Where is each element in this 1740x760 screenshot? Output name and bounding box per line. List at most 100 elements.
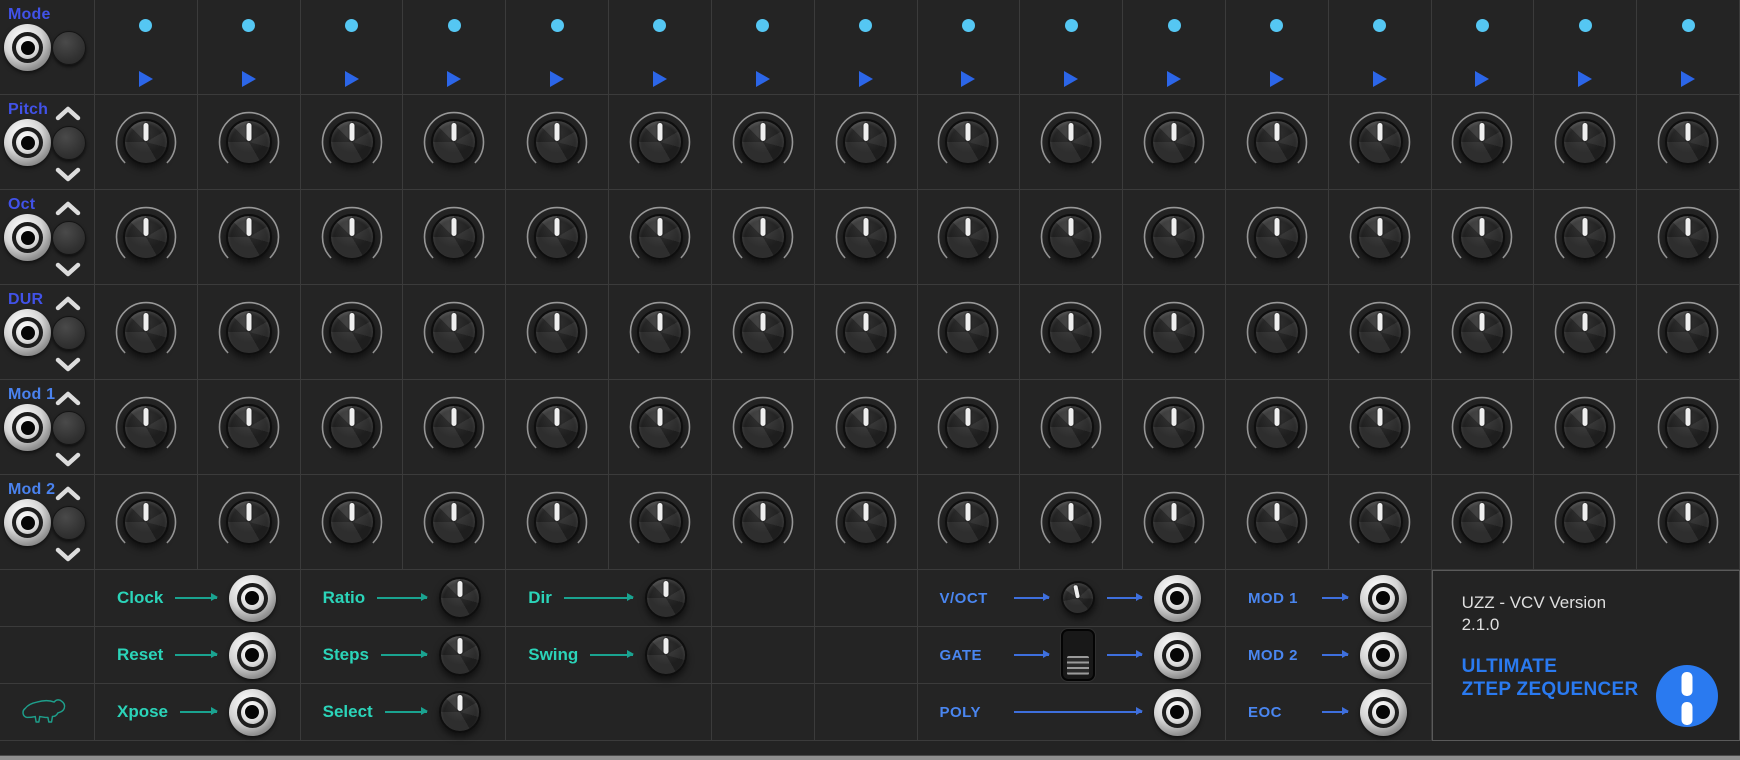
chevron-up-icon[interactable]	[55, 106, 81, 121]
gate-jack[interactable]	[1154, 632, 1201, 679]
mode-row-button[interactable]	[52, 31, 86, 65]
dir-knob[interactable]	[645, 577, 687, 619]
step-play-triangle[interactable]	[1270, 71, 1284, 87]
dur-step-knob[interactable]	[637, 309, 683, 355]
dur-cv-input-jack[interactable]	[4, 309, 51, 356]
eoc-jack[interactable]	[1360, 689, 1407, 736]
dur-step-knob[interactable]	[226, 309, 272, 355]
dur-step-knob[interactable]	[1665, 309, 1711, 355]
mod-1-step-knob[interactable]	[843, 404, 889, 450]
dur-step-knob[interactable]	[123, 309, 169, 355]
xpose-jack[interactable]	[229, 689, 276, 736]
mod-2-step-knob[interactable]	[1151, 499, 1197, 545]
oct-row-button[interactable]	[52, 221, 86, 255]
step-play-triangle[interactable]	[1064, 71, 1078, 87]
pitch-step-knob[interactable]	[226, 119, 272, 165]
pitch-row-button[interactable]	[52, 126, 86, 160]
dur-step-knob[interactable]	[329, 309, 375, 355]
step-play-triangle[interactable]	[1167, 71, 1181, 87]
mod-1-step-knob[interactable]	[1151, 404, 1197, 450]
clock-jack[interactable]	[229, 575, 276, 622]
mod-2-step-knob[interactable]	[226, 499, 272, 545]
mod-1-jack[interactable]	[1360, 575, 1407, 622]
dur-step-knob[interactable]	[1151, 309, 1197, 355]
oct-step-knob[interactable]	[1357, 214, 1403, 260]
oct-step-knob[interactable]	[534, 214, 580, 260]
steps-knob[interactable]	[439, 634, 481, 676]
poly-jack[interactable]	[1154, 689, 1201, 736]
dur-step-knob[interactable]	[1048, 309, 1094, 355]
step-play-triangle[interactable]	[1373, 71, 1387, 87]
pitch-step-knob[interactable]	[123, 119, 169, 165]
mod-2-step-knob[interactable]	[1562, 499, 1608, 545]
chevron-down-icon[interactable]	[55, 547, 81, 562]
step-play-triangle[interactable]	[1681, 71, 1695, 87]
mod-2-step-knob[interactable]	[1048, 499, 1094, 545]
chevron-down-icon[interactable]	[55, 357, 81, 372]
pitch-step-knob[interactable]	[329, 119, 375, 165]
mod-2-step-knob[interactable]	[123, 499, 169, 545]
pitch-step-knob[interactable]	[1254, 119, 1300, 165]
step-play-triangle[interactable]	[756, 71, 770, 87]
pitch-step-knob[interactable]	[1665, 119, 1711, 165]
oct-step-knob[interactable]	[1254, 214, 1300, 260]
oct-step-knob[interactable]	[329, 214, 375, 260]
gate-switch[interactable]	[1061, 629, 1095, 681]
dur-step-knob[interactable]	[1562, 309, 1608, 355]
mod-1-step-knob[interactable]	[329, 404, 375, 450]
pitch-step-knob[interactable]	[1151, 119, 1197, 165]
step-play-triangle[interactable]	[139, 71, 153, 87]
swing-knob[interactable]	[645, 634, 687, 676]
oct-step-knob[interactable]	[1562, 214, 1608, 260]
pitch-step-knob[interactable]	[1357, 119, 1403, 165]
mod-1-step-knob[interactable]	[637, 404, 683, 450]
oct-step-knob[interactable]	[1665, 214, 1711, 260]
mod-2-step-knob[interactable]	[534, 499, 580, 545]
oct-cv-input-jack[interactable]	[4, 214, 51, 261]
step-play-triangle[interactable]	[859, 71, 873, 87]
oct-step-knob[interactable]	[226, 214, 272, 260]
pitch-cv-input-jack[interactable]	[4, 119, 51, 166]
mod-1-step-knob[interactable]	[1254, 404, 1300, 450]
mod-1-step-knob[interactable]	[740, 404, 786, 450]
mod-2-cv-input-jack[interactable]	[4, 499, 51, 546]
oct-step-knob[interactable]	[740, 214, 786, 260]
mod-2-jack[interactable]	[1360, 632, 1407, 679]
mod-1-step-knob[interactable]	[226, 404, 272, 450]
mod-1-step-knob[interactable]	[1665, 404, 1711, 450]
step-play-triangle[interactable]	[242, 71, 256, 87]
step-play-triangle[interactable]	[961, 71, 975, 87]
reset-jack[interactable]	[229, 632, 276, 679]
pitch-step-knob[interactable]	[534, 119, 580, 165]
mod-1-step-knob[interactable]	[1357, 404, 1403, 450]
chevron-up-icon[interactable]	[55, 296, 81, 311]
select-knob[interactable]	[439, 691, 481, 733]
mod-1-row-button[interactable]	[52, 411, 86, 445]
pitch-step-knob[interactable]	[1048, 119, 1094, 165]
oct-step-knob[interactable]	[123, 214, 169, 260]
mod-2-step-knob[interactable]	[329, 499, 375, 545]
mod-2-step-knob[interactable]	[1665, 499, 1711, 545]
step-play-triangle[interactable]	[447, 71, 461, 87]
chevron-up-icon[interactable]	[55, 201, 81, 216]
pitch-step-knob[interactable]	[843, 119, 889, 165]
dur-row-button[interactable]	[52, 316, 86, 350]
v-oct-jack[interactable]	[1154, 575, 1201, 622]
mod-2-step-knob[interactable]	[1357, 499, 1403, 545]
mod-2-step-knob[interactable]	[637, 499, 683, 545]
mod-1-step-knob[interactable]	[123, 404, 169, 450]
chevron-up-icon[interactable]	[55, 391, 81, 406]
dur-step-knob[interactable]	[843, 309, 889, 355]
step-play-triangle[interactable]	[1578, 71, 1592, 87]
oct-step-knob[interactable]	[843, 214, 889, 260]
chevron-down-icon[interactable]	[55, 167, 81, 182]
pitch-step-knob[interactable]	[1562, 119, 1608, 165]
step-play-triangle[interactable]	[550, 71, 564, 87]
step-play-triangle[interactable]	[345, 71, 359, 87]
mod-1-step-knob[interactable]	[1562, 404, 1608, 450]
mod-2-row-button[interactable]	[52, 506, 86, 540]
mod-2-step-knob[interactable]	[1254, 499, 1300, 545]
v-oct-knob[interactable]	[1058, 578, 1098, 618]
pitch-step-knob[interactable]	[740, 119, 786, 165]
dur-step-knob[interactable]	[534, 309, 580, 355]
